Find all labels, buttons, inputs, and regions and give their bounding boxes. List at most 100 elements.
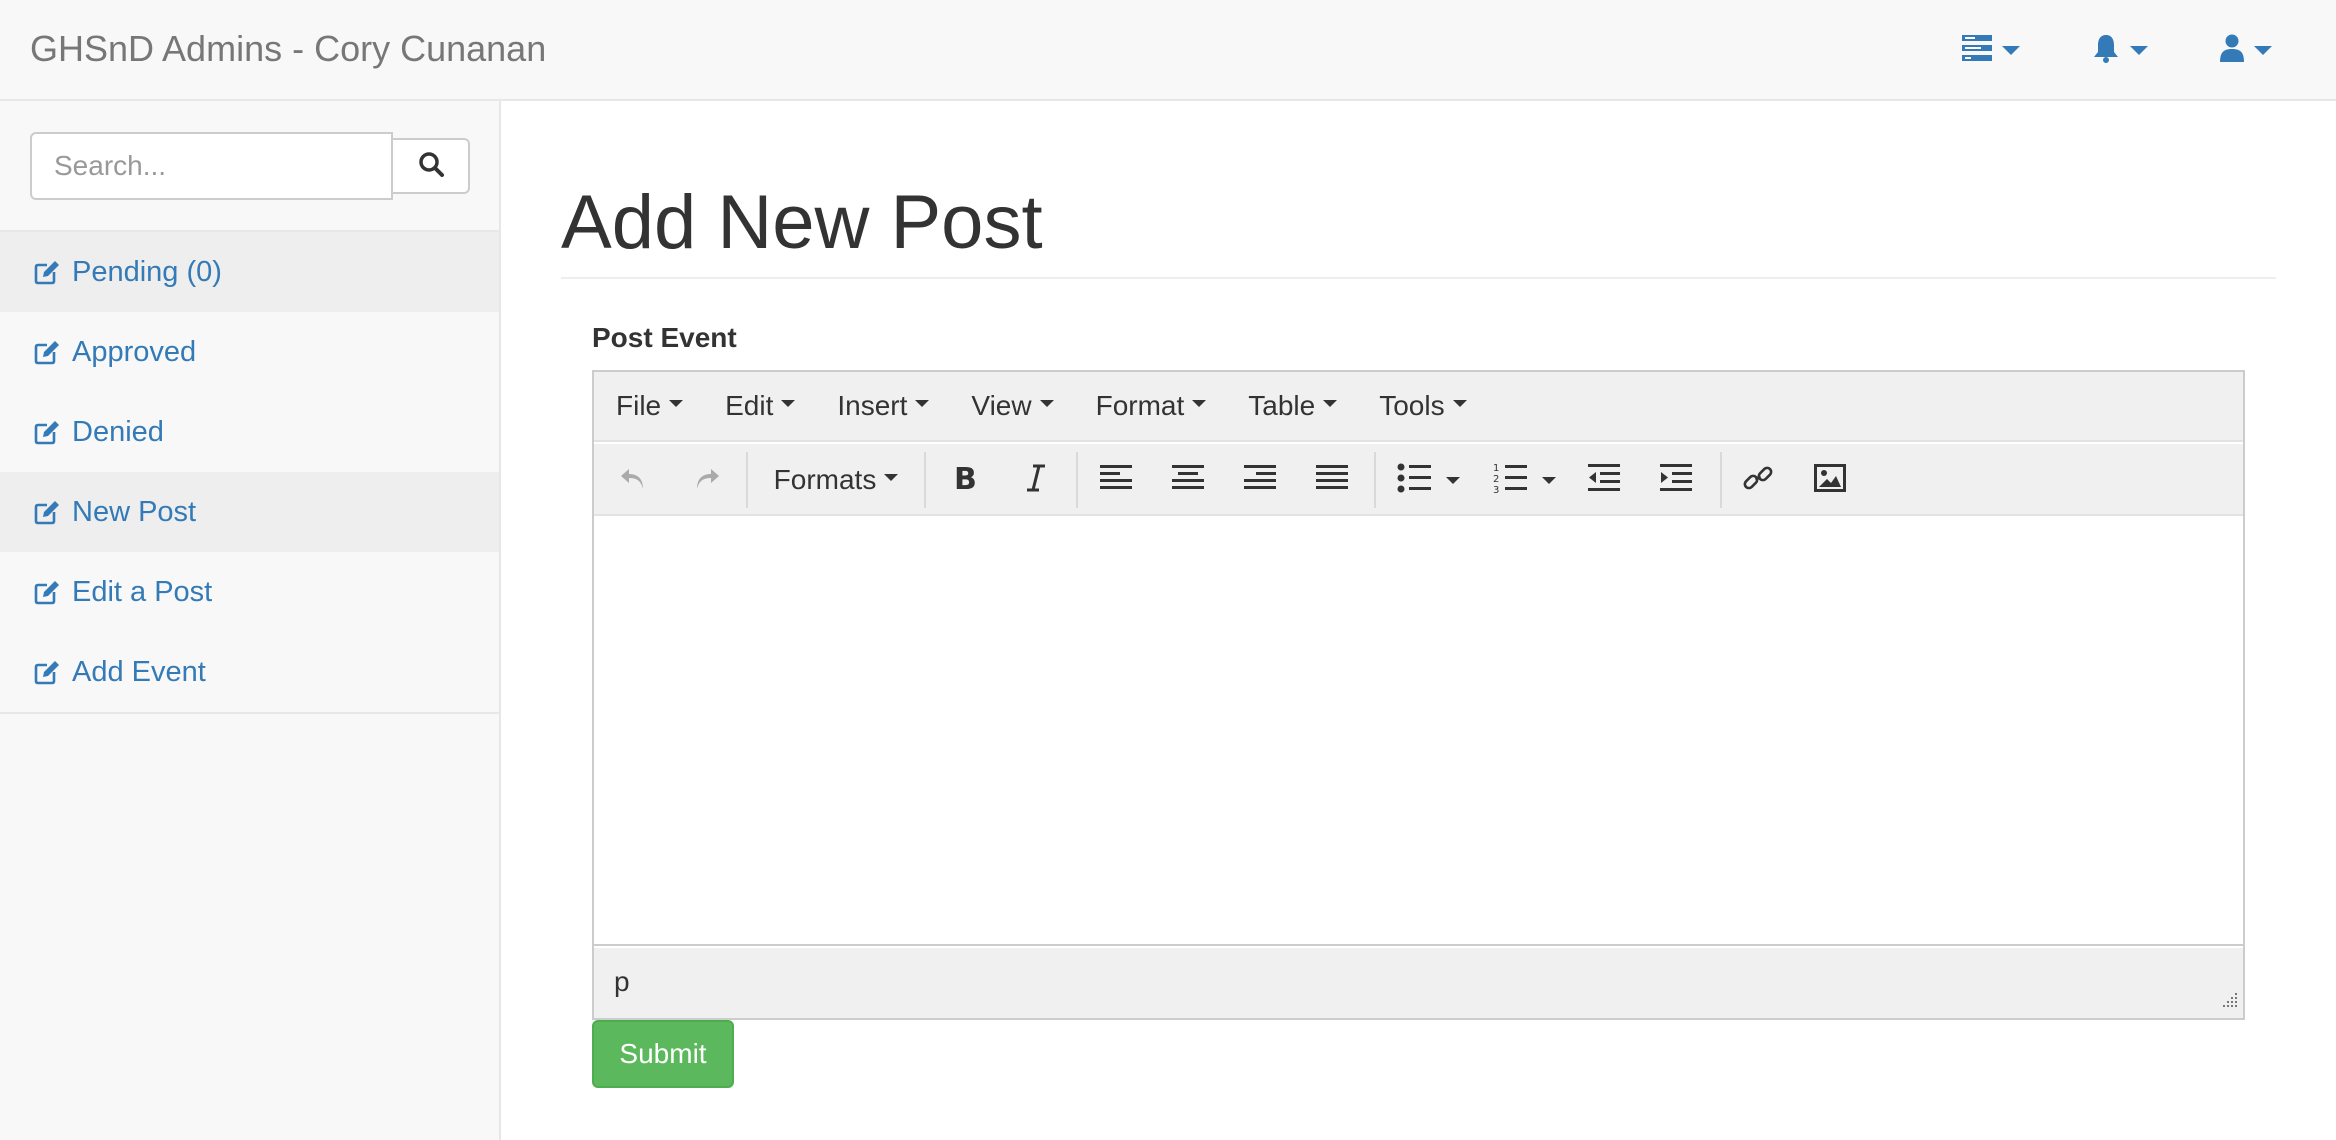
search-button[interactable] — [393, 138, 470, 194]
outdent-icon — [1588, 463, 1620, 497]
align-center-icon — [1172, 464, 1204, 496]
menu-edit[interactable]: Edit — [725, 390, 796, 422]
chevron-down-icon — [1192, 399, 1207, 407]
user-menu-toggle[interactable] — [2220, 30, 2272, 70]
chevron-down-icon — [884, 473, 899, 481]
chevron-down-icon — [669, 399, 684, 407]
edit-icon — [34, 579, 60, 605]
align-justify-icon — [1316, 464, 1348, 496]
page-title: Add New Post — [561, 180, 1043, 265]
image-icon — [1814, 463, 1846, 497]
undo-icon — [619, 463, 649, 498]
edit-icon — [34, 419, 60, 445]
editor-toolbar: Formats B 123 — [594, 444, 2243, 516]
editor-statusbar: p — [594, 948, 2243, 1018]
search-input[interactable] — [30, 132, 393, 200]
menu-view[interactable]: View — [971, 390, 1054, 422]
sidebar-item-label: Approved — [72, 335, 197, 368]
indent-icon — [1660, 463, 1692, 497]
chevron-down-icon — [1323, 399, 1338, 407]
italic-icon — [1024, 463, 1048, 498]
sidebar-item-approved[interactable]: Approved — [0, 312, 499, 392]
sidebar-item-denied[interactable]: Denied — [0, 392, 499, 472]
bold-button[interactable]: B — [942, 458, 986, 502]
chevron-down-icon — [2130, 45, 2148, 55]
insert-image-button[interactable] — [1808, 458, 1852, 502]
chevron-down-icon — [1039, 399, 1054, 407]
sidebar-item-label: Pending (0) — [72, 255, 222, 288]
post-event-label: Post Event — [592, 322, 737, 353]
numbered-list-icon: 123 — [1493, 462, 1527, 499]
menu-label: Edit — [725, 390, 774, 421]
sidebar-item-label: New Post — [72, 495, 197, 528]
title-divider — [561, 277, 2276, 279]
chevron-down-icon — [2002, 45, 2020, 55]
sidebar-item-label: Denied — [72, 415, 164, 448]
numbered-list-button[interactable]: 123 — [1488, 458, 1532, 502]
chevron-down-icon — [2254, 45, 2272, 55]
tasks-menu-toggle[interactable] — [1962, 30, 2020, 70]
edit-icon — [34, 259, 60, 285]
menu-tools[interactable]: Tools — [1379, 390, 1467, 422]
bullet-list-icon — [1397, 463, 1431, 498]
edit-icon — [34, 659, 60, 685]
align-right-button[interactable] — [1238, 458, 1282, 502]
chevron-down-icon — [1542, 476, 1556, 484]
editor-menubar: File Edit Insert View Format Table Tools — [594, 372, 2243, 442]
toolbar-separator — [1076, 452, 1078, 508]
brand-title[interactable]: GHSnD Admins - Cory Cunanan — [30, 28, 546, 70]
align-justify-button[interactable] — [1310, 458, 1354, 502]
toolbar-separator — [1720, 452, 1722, 508]
chevron-down-icon — [1446, 476, 1460, 484]
redo-button[interactable] — [684, 458, 728, 502]
svg-text:3: 3 — [1493, 485, 1499, 494]
menu-label: Table — [1248, 390, 1316, 421]
submit-button[interactable]: Submit — [592, 1020, 734, 1088]
align-left-button[interactable] — [1094, 458, 1138, 502]
formats-dropdown[interactable]: Formats — [766, 458, 906, 502]
menu-table[interactable]: Table — [1248, 390, 1338, 422]
user-icon — [2220, 34, 2244, 67]
insert-link-button[interactable] — [1736, 458, 1780, 502]
chevron-down-icon — [915, 399, 930, 407]
sidebar-item-new-post[interactable]: New Post — [0, 472, 499, 552]
bullet-list-button[interactable] — [1392, 458, 1436, 502]
undo-button[interactable] — [612, 458, 656, 502]
sidebar-item-pending[interactable]: Pending (0) — [0, 232, 499, 312]
menu-label: Insert — [837, 390, 908, 421]
outdent-button[interactable] — [1582, 458, 1626, 502]
link-icon — [1742, 462, 1774, 499]
menu-label: Format — [1095, 390, 1185, 421]
editor-content-area[interactable] — [594, 518, 2243, 946]
toolbar-separator — [924, 452, 926, 508]
align-right-icon — [1244, 464, 1276, 496]
edit-icon — [34, 339, 60, 365]
rich-text-editor: File Edit Insert View Format Table Tools… — [592, 370, 2245, 1020]
top-navbar: GHSnD Admins - Cory Cunanan — [0, 0, 2336, 101]
align-center-button[interactable] — [1166, 458, 1210, 502]
menu-label: View — [971, 390, 1032, 421]
bullet-list-dropdown[interactable] — [1442, 458, 1464, 502]
menu-file[interactable]: File — [616, 390, 684, 422]
menu-format[interactable]: Format — [1096, 390, 1207, 422]
alerts-menu-toggle[interactable] — [2092, 30, 2148, 70]
menu-label: File — [616, 390, 662, 421]
svg-text:1: 1 — [1493, 463, 1499, 474]
element-path[interactable]: p — [614, 966, 630, 998]
chevron-down-icon — [1452, 399, 1467, 407]
resize-handle-icon[interactable] — [2221, 991, 2239, 1014]
redo-icon — [691, 463, 721, 498]
svg-text:2: 2 — [1493, 474, 1499, 485]
italic-button[interactable] — [1014, 458, 1058, 502]
sidebar-item-edit-a-post[interactable]: Edit a Post — [0, 552, 499, 632]
indent-button[interactable] — [1654, 458, 1698, 502]
bell-icon — [2092, 33, 2120, 68]
edit-icon — [34, 499, 60, 525]
menu-label: Tools — [1379, 390, 1445, 421]
toolbar-separator — [1374, 452, 1376, 508]
numbered-list-dropdown[interactable] — [1538, 458, 1560, 502]
chevron-down-icon — [781, 399, 796, 407]
menu-insert[interactable]: Insert — [837, 390, 930, 422]
sidebar-item-add-event[interactable]: Add Event — [0, 632, 499, 712]
sidebar-item-label: Add Event — [72, 655, 206, 688]
